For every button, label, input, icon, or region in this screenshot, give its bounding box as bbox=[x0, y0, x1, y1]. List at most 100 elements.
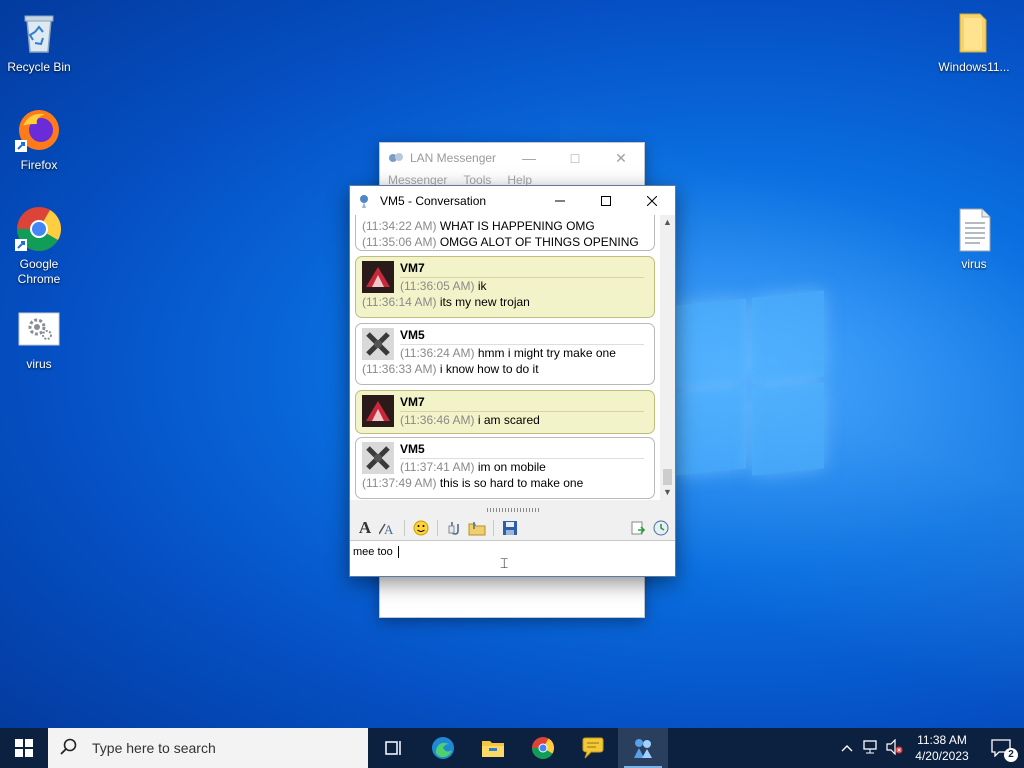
scroll-up-arrow-icon[interactable]: ▲ bbox=[660, 215, 675, 230]
desktop-icon-chrome[interactable]: Google Chrome bbox=[1, 205, 77, 287]
message-line: (11:34:22 AM) WHAT IS HAPPENING OMG bbox=[362, 219, 595, 233]
taskbar-edge[interactable] bbox=[418, 728, 468, 768]
maximize-button[interactable]: □ bbox=[552, 150, 598, 166]
scroll-down-arrow-icon[interactable]: ▼ bbox=[660, 485, 675, 500]
avatar bbox=[362, 395, 394, 427]
minimize-button[interactable]: — bbox=[506, 150, 552, 166]
desktop-icon-virus-txt[interactable]: virus bbox=[936, 205, 1012, 272]
message-toolbar: A A bbox=[350, 516, 675, 540]
toolbar-separator bbox=[404, 520, 405, 536]
conversation-title: VM5 - Conversation bbox=[380, 193, 487, 208]
message-line: (11:36:14 AM) its my new trojan bbox=[362, 295, 530, 309]
windows-wallpaper-logo bbox=[676, 290, 824, 480]
send-folder-icon[interactable] bbox=[467, 518, 487, 538]
chevron-up-icon[interactable] bbox=[836, 741, 858, 755]
chat-bubble-icon bbox=[582, 737, 604, 759]
taskbar-lan-messenger[interactable] bbox=[618, 728, 668, 768]
chat-message: (11:34:22 AM) WHAT IS HAPPENING OMG (11:… bbox=[355, 215, 655, 251]
message-line: (11:36:46 AM) i am scared bbox=[400, 413, 540, 427]
notification-count-badge: 2 bbox=[1004, 748, 1018, 762]
broadcast-icon[interactable] bbox=[628, 518, 648, 538]
text-document-icon bbox=[950, 205, 998, 253]
toolbar-separator bbox=[493, 520, 494, 536]
clock-time: 11:38 AM bbox=[917, 733, 967, 747]
avatar bbox=[362, 328, 394, 360]
message-line: (11:35:06 AM) OMGG ALOT OF THINGS OPENIN… bbox=[362, 235, 639, 249]
close-button[interactable] bbox=[629, 186, 675, 215]
message-line: (11:36:05 AM) ik bbox=[400, 279, 487, 293]
message-line: (11:37:41 AM) im on mobile bbox=[400, 460, 546, 474]
avatar bbox=[362, 442, 394, 474]
chrome-icon bbox=[532, 737, 554, 759]
avatar bbox=[362, 261, 394, 293]
lan-messenger-title: LAN Messenger bbox=[410, 151, 497, 165]
lan-messenger-icon bbox=[388, 150, 404, 166]
taskbar-chat-app[interactable] bbox=[568, 728, 618, 768]
message-line: (11:37:49 AM) this is so hard to make on… bbox=[362, 476, 584, 490]
folder-icon bbox=[950, 8, 998, 56]
settings-file-icon bbox=[15, 305, 63, 353]
toolbar-separator bbox=[437, 520, 438, 536]
desktop-icon-windows11-folder[interactable]: Windows11... bbox=[936, 8, 1012, 75]
send-file-icon[interactable] bbox=[444, 518, 464, 538]
font-icon[interactable]: A bbox=[355, 518, 375, 538]
desktop-icon-label: Recycle Bin bbox=[7, 60, 71, 74]
chrome-icon bbox=[15, 205, 63, 253]
svg-text:A: A bbox=[384, 522, 394, 536]
desktop-icon-label: Windows11... bbox=[938, 60, 1010, 74]
maximize-button[interactable] bbox=[583, 186, 629, 215]
notification-center-button[interactable]: 2 bbox=[978, 728, 1024, 768]
taskbar-clock[interactable]: 11:38 AM 4/20/2023 bbox=[906, 732, 978, 764]
taskbar-file-explorer[interactable] bbox=[468, 728, 518, 768]
desktop-icon-virus-exe[interactable]: virus bbox=[1, 305, 77, 372]
message-line: (11:36:33 AM) i know how to do it bbox=[362, 362, 539, 376]
chat-window-icon bbox=[358, 193, 374, 209]
desktop-icon-label: Firefox bbox=[20, 158, 58, 172]
lan-messenger-titlebar[interactable]: LAN Messenger — □ ✕ bbox=[380, 143, 644, 173]
i-beam-cursor-icon: ⌶ bbox=[500, 555, 509, 571]
chat-message: VM7 (11:36:46 AM) i am scared bbox=[355, 390, 655, 434]
windows-start-icon bbox=[15, 739, 33, 757]
history-icon[interactable] bbox=[651, 518, 671, 538]
chat-message: VM5 (11:36:24 AM) hmm i might try make o… bbox=[355, 323, 655, 385]
recycle-bin-icon bbox=[15, 8, 63, 56]
chat-message: VM7 (11:36:05 AM) ik (11:36:14 AM) its m… bbox=[355, 256, 655, 318]
sender-name: VM7 bbox=[400, 395, 644, 412]
sender-name: VM5 bbox=[400, 442, 644, 459]
message-line: (11:36:24 AM) hmm i might try make one bbox=[400, 346, 616, 360]
desktop-icon-firefox[interactable]: Firefox bbox=[1, 106, 77, 173]
sender-name: VM7 bbox=[400, 261, 644, 278]
emoticon-icon[interactable] bbox=[411, 518, 431, 538]
close-button[interactable]: ✕ bbox=[598, 150, 644, 167]
file-explorer-icon bbox=[482, 741, 504, 757]
task-view-icon bbox=[385, 741, 401, 755]
volume-muted-icon[interactable] bbox=[882, 738, 906, 758]
message-input-text: mee too bbox=[353, 546, 396, 558]
minimize-button[interactable] bbox=[537, 186, 583, 215]
system-tray: 11:38 AM 4/20/2023 2 bbox=[836, 728, 1024, 768]
taskbar-search-box[interactable]: Type here to search bbox=[48, 728, 368, 768]
message-input[interactable]: mee too ⌶ bbox=[350, 540, 675, 576]
save-icon[interactable] bbox=[500, 518, 520, 538]
desktop-icon-label: virus bbox=[26, 357, 52, 371]
network-icon[interactable] bbox=[858, 739, 882, 757]
conversation-titlebar[interactable]: VM5 - Conversation bbox=[350, 186, 675, 215]
taskbar: Type here to search 11:38 AM 4/20/2023 2 bbox=[0, 728, 1024, 768]
scroll-thumb[interactable] bbox=[663, 469, 672, 485]
taskbar-chrome[interactable] bbox=[518, 728, 568, 768]
desktop-icon-recycle-bin[interactable]: Recycle Bin bbox=[1, 8, 77, 75]
sender-name: VM5 bbox=[400, 328, 644, 345]
clock-date: 4/20/2023 bbox=[915, 749, 969, 763]
task-view-button[interactable] bbox=[368, 728, 418, 768]
firefox-icon bbox=[15, 106, 63, 154]
chat-scrollbar[interactable]: ▲ ▼ bbox=[660, 215, 675, 500]
chat-history[interactable]: (11:34:22 AM) WHAT IS HAPPENING OMG (11:… bbox=[350, 215, 660, 500]
desktop-icon-label: Google Chrome bbox=[17, 257, 61, 286]
splitter-grip[interactable] bbox=[487, 508, 539, 512]
edge-icon bbox=[432, 737, 454, 759]
font-color-icon[interactable]: A bbox=[378, 518, 398, 538]
start-button[interactable] bbox=[0, 728, 48, 768]
search-placeholder: Type here to search bbox=[92, 740, 216, 756]
conversation-window[interactable]: VM5 - Conversation (11:34:22 AM) WHAT IS… bbox=[349, 185, 676, 577]
text-caret bbox=[397, 546, 399, 559]
